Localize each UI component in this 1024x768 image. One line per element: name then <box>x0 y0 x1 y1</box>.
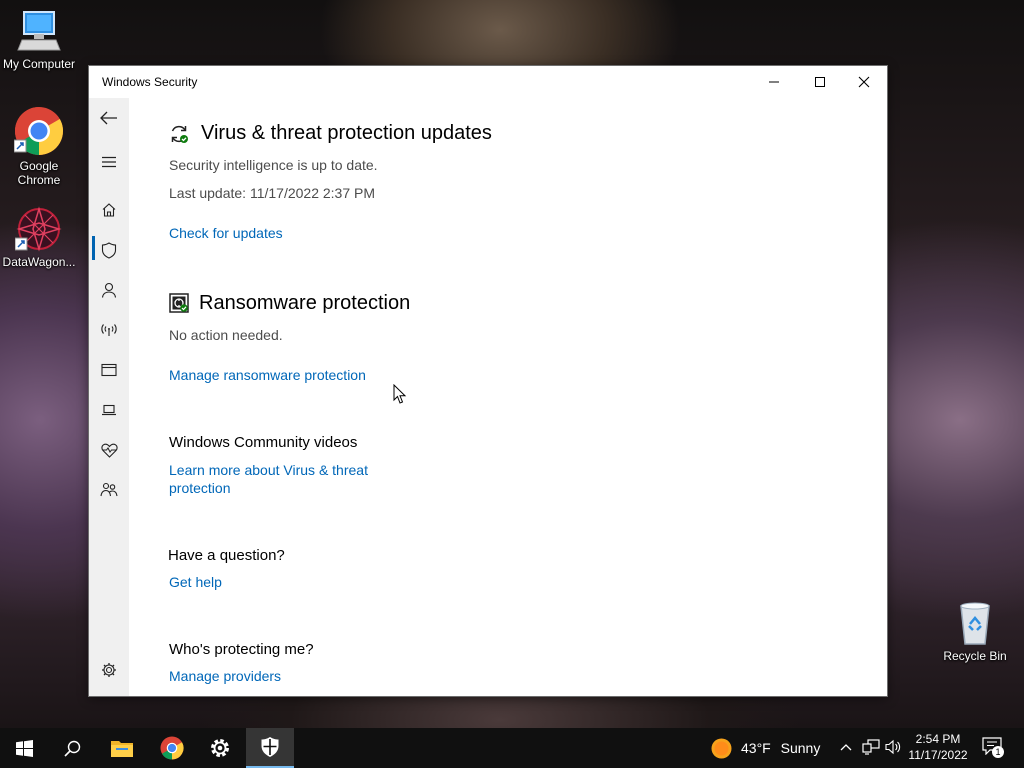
weather-temperature: 43°F <box>741 740 771 756</box>
laptop-icon <box>102 404 116 416</box>
gear-icon <box>211 739 229 757</box>
nav-item-app-browser-control[interactable] <box>89 350 129 390</box>
minimize-button[interactable] <box>751 66 797 98</box>
active-indicator <box>92 236 95 260</box>
start-button[interactable] <box>0 728 48 768</box>
nav-item-virus-protection[interactable] <box>89 230 129 270</box>
datawagon-icon <box>15 206 62 252</box>
question-title: Have a question? <box>168 547 285 564</box>
taskbar-file-explorer[interactable] <box>98 728 146 768</box>
mouse-cursor <box>393 384 407 404</box>
family-icon <box>100 482 118 497</box>
windows-start-icon <box>15 739 33 757</box>
weather-condition: Sunny <box>780 740 821 756</box>
left-navigation <box>89 98 129 696</box>
system-clock[interactable]: 2:54 PM 11/17/2022 <box>902 731 974 763</box>
window-titlebar[interactable]: Windows Security <box>89 66 887 98</box>
refresh-check-icon <box>171 125 188 143</box>
clock-date: 11/17/2022 <box>908 748 968 762</box>
volume-icon[interactable] <box>885 739 902 755</box>
learn-more-link[interactable]: Learn more about Virus & threat protecti… <box>169 461 389 497</box>
updates-status: Security intelligence is up to date. <box>169 157 378 173</box>
nav-item-settings[interactable] <box>89 650 129 690</box>
heart-pulse-icon <box>100 443 118 458</box>
desktop-icon-label: Recycle Bin <box>943 649 1007 663</box>
manage-providers-link[interactable]: Manage providers <box>169 667 281 685</box>
updates-title: Virus & threat protection updates <box>201 122 492 144</box>
chrome-icon <box>14 107 64 155</box>
ransomware-status: No action needed. <box>169 327 283 343</box>
menu-button[interactable] <box>89 142 129 182</box>
chevron-up-icon[interactable] <box>840 742 852 752</box>
search-button[interactable] <box>48 728 96 768</box>
sunny-weather-icon <box>711 738 732 759</box>
hamburger-icon <box>102 156 116 168</box>
notification-count: 1 <box>995 747 1001 757</box>
back-arrow-icon <box>100 111 117 125</box>
maximize-button[interactable] <box>797 66 843 98</box>
updates-last-update: Last update: 11/17/2022 2:37 PM <box>169 185 376 201</box>
gear-icon <box>102 663 116 677</box>
main-content: Virus & threat protection updates Securi… <box>129 98 887 696</box>
desktop-icon-label: DataWagon... <box>2 255 76 269</box>
close-button[interactable] <box>841 66 887 98</box>
computer-icon <box>17 11 61 51</box>
desktop-icon-my-computer[interactable]: My Computer <box>0 10 78 71</box>
shield-icon <box>101 241 117 259</box>
nav-item-account-protection[interactable] <box>89 270 129 310</box>
shield-icon <box>261 737 279 757</box>
nav-item-family-options[interactable] <box>89 470 129 510</box>
chrome-icon <box>160 736 184 760</box>
nav-item-device-security[interactable] <box>89 390 129 430</box>
ransomware-title: Ransomware protection <box>199 292 411 314</box>
recycle-bin-icon <box>960 602 990 645</box>
clock-time: 2:54 PM <box>915 732 961 746</box>
desktop-icon-google-chrome[interactable]: Google Chrome <box>0 106 78 187</box>
maximize-icon <box>815 77 825 87</box>
window-title: Windows Security <box>102 75 198 89</box>
taskbar-chrome[interactable] <box>148 728 196 768</box>
desktop-icon-label: My Computer <box>2 57 76 71</box>
notification-count-badge: 1 <box>992 746 1004 758</box>
minimize-icon <box>769 81 779 83</box>
desktop-icon-label: Google Chrome <box>17 159 61 187</box>
windows-security-window: Windows Security Virus & threat protecti… <box>88 65 888 697</box>
desktop-icon-datawagon[interactable]: DataWagon... <box>0 206 78 269</box>
home-icon <box>102 203 116 217</box>
close-icon <box>858 76 870 88</box>
weather-widget[interactable]: 43°F Sunny <box>741 740 820 756</box>
folder-icon <box>111 741 133 757</box>
browser-window-icon <box>101 363 117 377</box>
action-center-button[interactable]: 1 <box>982 737 1004 759</box>
search-icon <box>63 740 80 757</box>
wireless-icon <box>101 324 117 336</box>
person-icon <box>101 282 117 298</box>
network-icon[interactable] <box>862 739 880 755</box>
get-help-link[interactable]: Get help <box>169 573 222 591</box>
manage-ransomware-link[interactable]: Manage ransomware protection <box>169 366 366 384</box>
desktop-icon-recycle-bin[interactable]: Recycle Bin <box>936 600 1014 663</box>
check-for-updates-link[interactable]: Check for updates <box>169 224 283 242</box>
back-button[interactable] <box>89 98 129 138</box>
nav-item-firewall[interactable] <box>89 310 129 350</box>
ransomware-icon <box>169 293 189 313</box>
taskbar-settings[interactable] <box>196 728 244 768</box>
nav-item-device-performance[interactable] <box>89 430 129 470</box>
taskbar: 43°F Sunny 2:54 PM 11/17/2022 1 <box>0 728 1024 768</box>
community-title: Windows Community videos <box>169 434 358 451</box>
taskbar-windows-security[interactable] <box>246 728 294 768</box>
protecting-title: Who's protecting me? <box>169 641 314 658</box>
nav-item-home[interactable] <box>89 190 129 230</box>
